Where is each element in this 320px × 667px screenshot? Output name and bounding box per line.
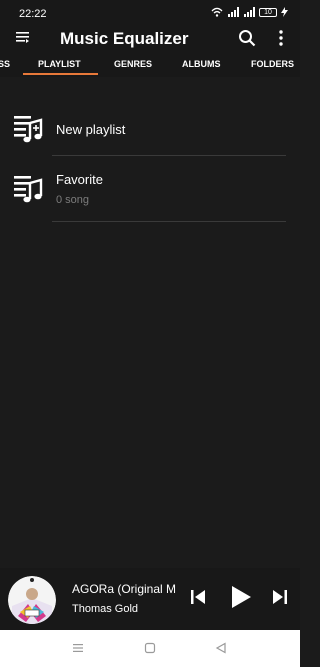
list-item-new-playlist[interactable]: New playlist (0, 107, 300, 155)
menu-icon[interactable] (72, 642, 84, 654)
track-artist: Thomas Gold (72, 603, 139, 615)
app-bar: Music Equalizer (0, 28, 300, 52)
playlist-icon (14, 176, 43, 203)
tab-active-indicator (23, 73, 98, 75)
back-icon[interactable] (215, 642, 227, 654)
status-icons: 10 (211, 7, 288, 17)
now-playing-bar[interactable]: AGORa (Original M Thomas Gold (0, 568, 300, 630)
playlist-title: Favorite (56, 172, 103, 187)
playlist-title: New playlist (56, 122, 126, 137)
tab-bar: SS PLAYLIST GENRES ALBUMS FOLDERS (0, 52, 300, 77)
divider (52, 221, 286, 222)
search-icon[interactable] (238, 29, 256, 47)
home-icon[interactable] (144, 642, 156, 654)
list-item-favorite[interactable]: Favorite 0 song (0, 167, 300, 221)
app-title: Music Equalizer (60, 29, 189, 48)
album-art[interactable] (8, 576, 56, 624)
play-icon[interactable] (230, 585, 252, 609)
next-icon[interactable] (272, 589, 288, 605)
menu-icon[interactable] (15, 30, 31, 46)
track-title: AGORa (Original M (72, 582, 176, 596)
add-playlist-icon (14, 116, 43, 143)
divider (52, 155, 286, 156)
tab-songs[interactable]: SS (0, 59, 10, 69)
signal-icon (244, 7, 255, 17)
more-vert-icon[interactable] (276, 29, 286, 47)
previous-icon[interactable] (190, 589, 206, 605)
tab-playlist[interactable]: PLAYLIST (38, 59, 81, 69)
tab-genres[interactable]: GENRES (114, 59, 152, 69)
playlist-song-count: 0 song (56, 194, 90, 206)
status-time: 22:22 (19, 8, 47, 20)
wifi-icon (211, 7, 223, 17)
system-nav-bar (0, 630, 300, 667)
battery-level: 10 (264, 8, 272, 16)
status-bar: 22:22 10 (0, 0, 300, 28)
playlist-list: New playlist Favorite 0 song (0, 77, 300, 568)
tab-albums[interactable]: ALBUMS (182, 59, 221, 69)
tab-folders[interactable]: FOLDERS (251, 59, 294, 69)
charging-icon (281, 7, 288, 17)
battery-icon: 10 (259, 7, 277, 17)
signal-icon (228, 7, 239, 17)
